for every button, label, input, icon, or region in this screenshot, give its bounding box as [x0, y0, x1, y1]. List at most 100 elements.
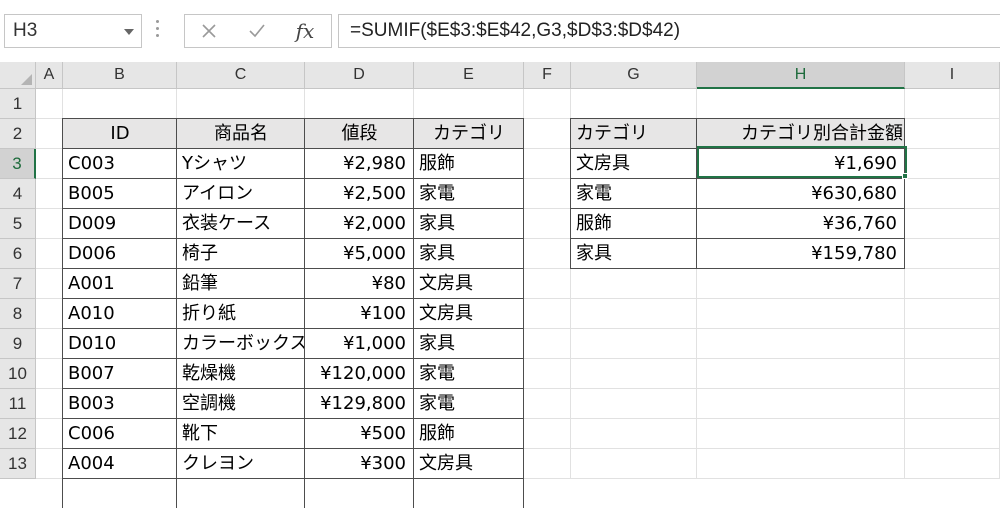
grid-cell[interactable]: [571, 389, 697, 419]
grid-cell[interactable]: [36, 149, 63, 179]
grid-cell[interactable]: [571, 329, 697, 359]
grid-cell[interactable]: [414, 89, 524, 119]
grid-cell[interactable]: [905, 359, 1000, 389]
column-header-e[interactable]: E: [414, 62, 524, 89]
product-table-cell[interactable]: 衣装ケース: [177, 209, 305, 239]
product-table-cell[interactable]: 家具: [414, 239, 524, 269]
grid-cell[interactable]: [905, 419, 1000, 449]
product-table-cell[interactable]: ¥1,000: [305, 329, 414, 359]
column-header-f[interactable]: F: [524, 62, 571, 89]
product-table-cell[interactable]: A010: [63, 299, 177, 329]
product-table-cell[interactable]: D006: [63, 239, 177, 269]
grid-cell[interactable]: [905, 149, 1000, 179]
grid-cell[interactable]: [905, 119, 1000, 149]
product-table-cell[interactable]: C006: [63, 419, 177, 449]
grid-cell[interactable]: [524, 149, 571, 179]
summary-table-cell[interactable]: ¥630,680: [697, 179, 905, 209]
grid-cell[interactable]: [905, 209, 1000, 239]
grid-cell[interactable]: [697, 269, 905, 299]
row-header-13[interactable]: 13: [0, 449, 36, 479]
insert-function-icon[interactable]: fx: [283, 15, 327, 47]
product-table-cell[interactable]: ¥120,000: [305, 359, 414, 389]
product-table-cell[interactable]: 乾燥機: [177, 359, 305, 389]
grid-cell[interactable]: [524, 449, 571, 479]
product-table-cell[interactable]: ¥5,000: [305, 239, 414, 269]
grid-cell[interactable]: [36, 239, 63, 269]
grid-cell[interactable]: [524, 119, 571, 149]
row-header-6[interactable]: 6: [0, 239, 36, 269]
product-table-cell[interactable]: 空調機: [177, 389, 305, 419]
grid-cell[interactable]: [524, 329, 571, 359]
product-table-cell[interactable]: B003: [63, 389, 177, 419]
product-table-cell[interactable]: 服飾: [414, 419, 524, 449]
grid-cell[interactable]: [571, 269, 697, 299]
fill-handle[interactable]: [902, 173, 908, 179]
product-table-header[interactable]: カテゴリ: [414, 119, 524, 149]
grid-cell[interactable]: [36, 359, 63, 389]
column-header-c[interactable]: C: [177, 62, 305, 89]
formula-input[interactable]: =SUMIF($E$3:$E$42,G3,$D$3:$D$42): [338, 14, 1000, 48]
product-table-cell[interactable]: 鉛筆: [177, 269, 305, 299]
row-header-8[interactable]: 8: [0, 299, 36, 329]
product-table-cell[interactable]: 服飾: [414, 149, 524, 179]
grid-cell[interactable]: [524, 269, 571, 299]
grid-cell[interactable]: [697, 359, 905, 389]
summary-table-cell[interactable]: ¥1,690: [697, 149, 905, 179]
more-vertical-icon[interactable]: [156, 20, 160, 42]
grid-cell[interactable]: [905, 179, 1000, 209]
grid-cell[interactable]: [905, 239, 1000, 269]
summary-table-cell[interactable]: 家電: [571, 179, 697, 209]
grid-cell[interactable]: [63, 89, 177, 119]
product-table-cell[interactable]: カラーボックス: [177, 329, 305, 359]
grid-cell[interactable]: [524, 299, 571, 329]
product-table-cell[interactable]: A004: [63, 449, 177, 479]
product-table-cell[interactable]: 家具: [414, 209, 524, 239]
summary-table-header[interactable]: カテゴリ: [571, 119, 697, 149]
cancel-icon[interactable]: [187, 15, 231, 47]
select-all-corner[interactable]: [0, 62, 36, 89]
row-header-7[interactable]: 7: [0, 269, 36, 299]
product-table-header[interactable]: 値段: [305, 119, 414, 149]
grid-cell[interactable]: [36, 389, 63, 419]
summary-table-header[interactable]: カテゴリ別合計金額: [697, 119, 905, 149]
row-header-5[interactable]: 5: [0, 209, 36, 239]
summary-table-cell[interactable]: 家具: [571, 239, 697, 269]
grid-cell[interactable]: [697, 389, 905, 419]
grid-cell[interactable]: [524, 389, 571, 419]
row-header-3[interactable]: 3: [0, 149, 36, 179]
product-table-header[interactable]: 商品名: [177, 119, 305, 149]
product-table-cell[interactable]: 家具: [414, 329, 524, 359]
grid-cell[interactable]: [36, 89, 63, 119]
row-header-11[interactable]: 11: [0, 389, 36, 419]
product-table-cell[interactable]: クレヨン: [177, 449, 305, 479]
grid-cell[interactable]: [697, 329, 905, 359]
grid-cell[interactable]: [36, 119, 63, 149]
grid-cell[interactable]: [524, 239, 571, 269]
product-table-cell[interactable]: ¥100: [305, 299, 414, 329]
column-header-b[interactable]: B: [63, 62, 177, 89]
row-header-1[interactable]: 1: [0, 89, 36, 119]
grid-cell[interactable]: [36, 269, 63, 299]
grid-cell[interactable]: [571, 359, 697, 389]
product-table-cell[interactable]: ¥129,800: [305, 389, 414, 419]
product-table-cell[interactable]: 椅子: [177, 239, 305, 269]
row-header-9[interactable]: 9: [0, 329, 36, 359]
grid-cell[interactable]: [524, 419, 571, 449]
product-table-cell[interactable]: C003: [63, 149, 177, 179]
grid-cell[interactable]: [905, 89, 1000, 119]
grid-cell[interactable]: [905, 389, 1000, 419]
product-table-cell[interactable]: ¥500: [305, 419, 414, 449]
product-table-cell[interactable]: 折り紙: [177, 299, 305, 329]
name-box[interactable]: H3: [4, 14, 142, 48]
grid-cell[interactable]: [36, 209, 63, 239]
grid-cell[interactable]: [177, 89, 305, 119]
grid-cell[interactable]: [36, 329, 63, 359]
summary-table-cell[interactable]: 文房具: [571, 149, 697, 179]
product-table-cell[interactable]: 文房具: [414, 449, 524, 479]
product-table-cell[interactable]: 家電: [414, 179, 524, 209]
grid-cell[interactable]: [697, 89, 905, 119]
grid-cell[interactable]: [524, 209, 571, 239]
grid-cell[interactable]: [524, 89, 571, 119]
column-header-g[interactable]: G: [571, 62, 697, 89]
product-table-cell[interactable]: 文房具: [414, 269, 524, 299]
